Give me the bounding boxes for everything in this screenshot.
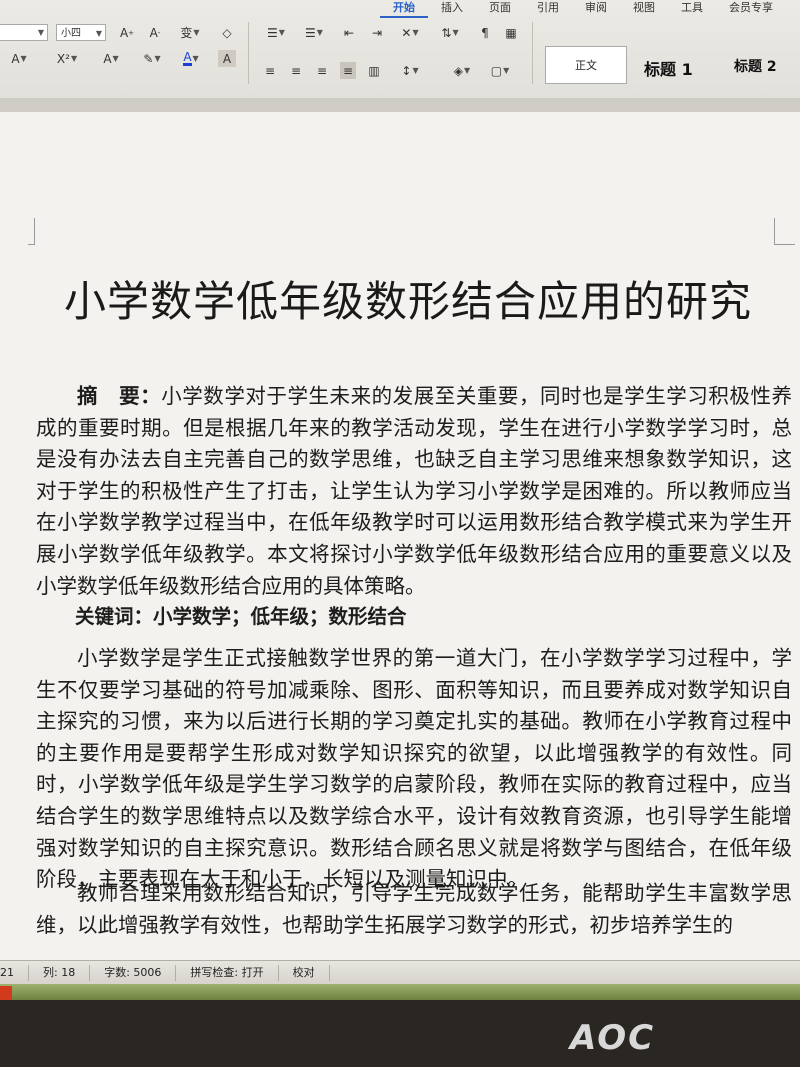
monitor-screen: 开始 插入 页面 引用 审阅 视图 工具 会员专享 ▼ 小四 ▼ A + A- 变…	[0, 0, 800, 1000]
distributed-align-icon[interactable]: ▥	[366, 62, 382, 79]
tab-home[interactable]: 开始	[380, 0, 428, 18]
status-spell-check[interactable]: 拼写检查: 打开	[176, 965, 279, 981]
decrease-indent-icon[interactable]: ⇤	[340, 24, 358, 41]
style-normal[interactable]: 正文	[545, 46, 627, 84]
font-size-select[interactable]: 小四 ▼	[56, 24, 106, 41]
table-grid-icon[interactable]: ▦	[502, 24, 520, 41]
increase-indent-icon[interactable]: ⇥	[368, 24, 386, 41]
shrink-font-icon[interactable]: A-	[146, 24, 164, 41]
page-gutter	[0, 98, 800, 112]
keywords-line[interactable]: 关键词：小学数学；低年级；数形结合	[36, 600, 792, 629]
bullet-list-icon[interactable]: ☰ ▼	[262, 24, 290, 41]
group-divider	[248, 22, 249, 84]
shading-icon[interactable]: ◈ ▼	[448, 62, 476, 79]
abstract-paragraph[interactable]: 摘 要：小学数学对于学生未来的发展至关重要，同时也是学生学习积极性养成的重要时期…	[36, 381, 792, 602]
font-color-icon[interactable]: A ▼	[178, 50, 204, 67]
style-heading-1[interactable]: 标题 1	[644, 56, 693, 80]
sort-icon[interactable]: ⇅ ▼	[436, 24, 464, 41]
taskbar-app-icon[interactable]	[0, 986, 12, 1000]
show-marks-icon[interactable]: ¶	[476, 24, 494, 41]
document-title: 小学数学低年级数形结合应用的研究	[63, 277, 752, 326]
margin-marker-right	[774, 218, 795, 245]
borders-icon[interactable]: ▢ ▼	[486, 62, 514, 79]
body-paragraph-2[interactable]: 教师合理采用数形结合知识，引导学生完成数学任务，能帮助学生丰富数学思维，以此增强…	[36, 878, 792, 942]
abstract-text: 小学数学对于学生未来的发展至关重要，同时也是学生学习积极性养成的重要时期。但是根…	[36, 384, 793, 598]
tab-review[interactable]: 审阅	[572, 0, 620, 18]
tab-tools[interactable]: 工具	[668, 0, 716, 18]
align-center-icon[interactable]: ≡	[288, 62, 304, 79]
status-bar: 21 列: 18 字数: 5006 拼写检查: 打开 校对	[0, 960, 800, 985]
chevron-down-icon: ▼	[37, 28, 44, 37]
status-proofread[interactable]: 校对	[279, 965, 330, 981]
chinese-layout-icon[interactable]: ✕ ▼	[396, 24, 424, 41]
tab-insert[interactable]: 插入	[428, 0, 476, 18]
highlight-icon[interactable]: ✎ ▼	[138, 50, 166, 67]
tab-page[interactable]: 页面	[476, 0, 524, 18]
text-effect-icon[interactable]: A ▼	[98, 50, 124, 67]
grow-font-icon[interactable]: A +	[118, 24, 136, 41]
font-name-select[interactable]: ▼	[0, 24, 48, 41]
keywords-label: 关键词：	[75, 605, 154, 628]
font-size-value: 小四	[61, 28, 81, 39]
justify-icon[interactable]: ≡	[340, 62, 356, 79]
taskbar	[0, 984, 800, 1000]
clear-format-icon[interactable]: ◇	[218, 24, 236, 41]
ribbon-toolbar: 开始 插入 页面 引用 审阅 视图 工具 会员专享 ▼ 小四 ▼ A + A- 变…	[0, 0, 800, 99]
margin-marker-left	[28, 218, 35, 245]
keywords-text: 小学数学；低年级；数形结合	[153, 605, 407, 628]
strikethrough-icon[interactable]: A ▼	[6, 50, 32, 67]
body-paragraph-1[interactable]: 小学数学是学生正式接触数学世界的第一道大门，在小学数学学习过程中，学生不仅要学习…	[36, 643, 792, 896]
align-left-icon[interactable]: ≡	[262, 62, 278, 79]
status-line-number: 21	[0, 965, 29, 981]
numbered-list-icon[interactable]: ☰ ▼	[300, 24, 328, 41]
ribbon-tabs: 开始 插入 页面 引用 审阅 视图 工具 会员专享	[380, 0, 786, 18]
chevron-down-icon: ▼	[95, 29, 102, 38]
status-column: 列: 18	[29, 965, 91, 981]
tab-member[interactable]: 会员专享	[716, 0, 786, 18]
monitor-brand-logo: AOC	[570, 1018, 656, 1058]
style-heading-2[interactable]: 标题 2	[734, 56, 777, 76]
char-shading-icon[interactable]: A	[218, 50, 236, 67]
tab-view[interactable]: 视图	[620, 0, 668, 18]
superscript-icon[interactable]: X² ▼	[54, 50, 80, 67]
phonetic-guide-icon[interactable]: 变 ▼	[176, 24, 204, 41]
status-word-count[interactable]: 字数: 5006	[90, 965, 177, 981]
line-spacing-icon[interactable]: ↕ ▼	[396, 62, 424, 79]
align-right-icon[interactable]: ≡	[314, 62, 330, 79]
abstract-label: 摘 要：	[77, 384, 162, 408]
group-divider	[532, 22, 533, 84]
tab-references[interactable]: 引用	[524, 0, 572, 18]
